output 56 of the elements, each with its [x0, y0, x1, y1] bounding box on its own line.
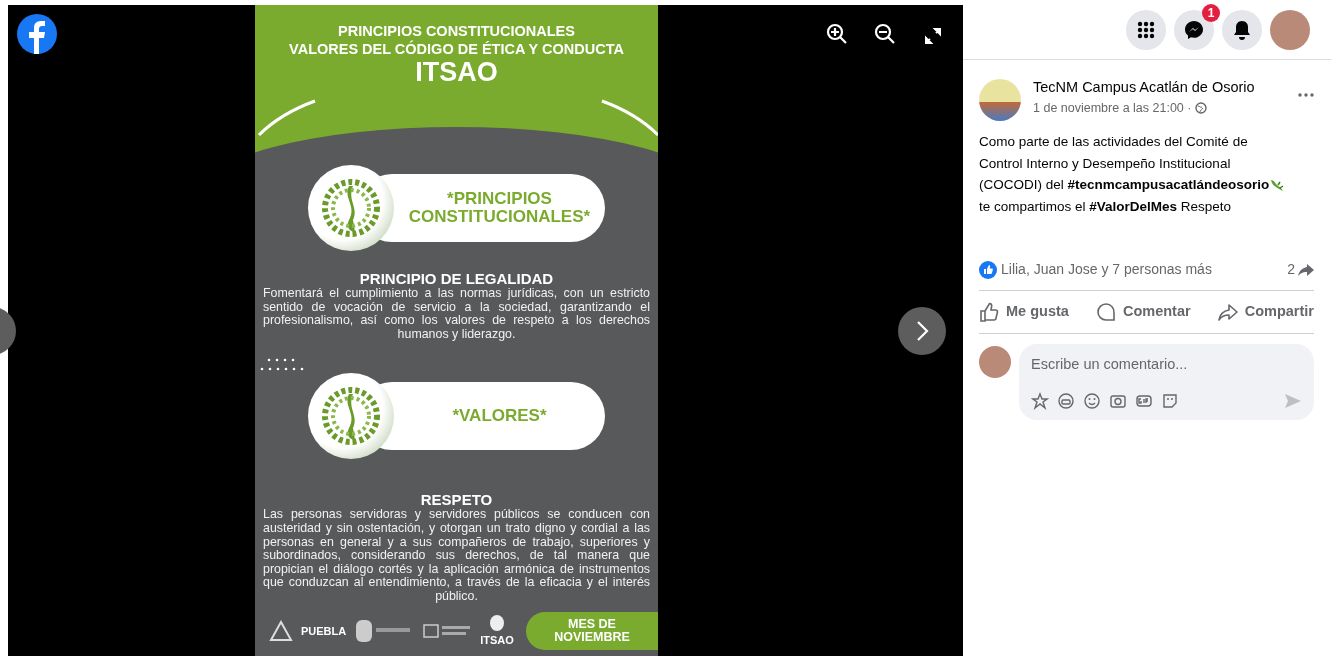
user-avatar[interactable]	[979, 345, 1011, 378]
facebook-logo-icon[interactable]	[16, 13, 58, 55]
page-avatar[interactable]	[979, 79, 1021, 121]
share-button[interactable]: Compartir	[1217, 301, 1314, 323]
author-name[interactable]: TecNM Campus Acatlán de Osorio	[1033, 77, 1290, 99]
share-arrow-icon	[1298, 262, 1314, 277]
smiley-icon[interactable]	[1083, 391, 1101, 410]
next-button[interactable]	[898, 307, 946, 355]
post-timestamp[interactable]: 1 de noviembre a las 21:00 ·	[1033, 98, 1192, 118]
comment-button[interactable]: Comentar	[1095, 301, 1191, 323]
messenger-button[interactable]	[1174, 10, 1214, 50]
poster-heading: VALORES DEL CÓDIGO DE ÉTICA Y CONDUCTA	[288, 40, 625, 58]
section-title: RESPETO	[419, 492, 494, 509]
emblem-icon	[321, 386, 381, 447]
thumbs-up-icon	[979, 301, 999, 322]
messenger-icon	[1184, 20, 1204, 40]
arc-decoration-drawing	[257, 97, 317, 137]
arc-decoration-drawing	[600, 97, 658, 137]
zoom-in-icon[interactable]	[826, 23, 848, 45]
like-button[interactable]: Me gusta	[979, 301, 1069, 323]
speech-bubble-icon	[1095, 301, 1116, 322]
grid-menu-icon	[1137, 21, 1155, 39]
post-text-line: te compartimos el #ValorDelMes Respeto	[979, 197, 1232, 216]
sticker-icon[interactable]	[1161, 391, 1179, 410]
chevron-right-icon	[915, 320, 929, 342]
post-text-line: (COCODI) del #tecnmcampusacatlándeosorio	[979, 176, 1270, 194]
menu-button[interactable]	[1126, 10, 1166, 50]
sticker-star-icon[interactable]	[1031, 391, 1049, 410]
section-title: PRINCIPIO DE LEGALIDAD	[358, 271, 555, 287]
poster-brand: ITSAO	[414, 58, 499, 86]
bell-icon	[1233, 20, 1251, 40]
notification-count: 1	[1202, 4, 1220, 22]
avatar-sticker-icon[interactable]	[1057, 391, 1075, 410]
share-arrow-icon	[1217, 301, 1238, 322]
post-text-line: Control Interno y Desempeño Institucional	[979, 154, 1231, 173]
logo-text: PUEBLA	[301, 623, 347, 639]
more-options-icon[interactable]	[1298, 93, 1314, 97]
expand-icon[interactable]	[924, 27, 942, 45]
zoom-out-icon[interactable]	[874, 23, 896, 45]
reactions-summary[interactable]: Lilia, Juan Jose y 7 personas más	[1001, 259, 1212, 280]
share-count[interactable]: 2	[1287, 259, 1295, 280]
notifications-button[interactable]	[1222, 10, 1262, 50]
post-text-line: Como parte de las actividades del Comité de	[979, 133, 1248, 151]
emblem-icon	[321, 178, 381, 238]
profile-avatar[interactable]	[1270, 10, 1310, 50]
comment-composer[interactable]: Escribe un comentario...	[1019, 343, 1314, 420]
logo-text: ITSAO	[480, 632, 514, 648]
section-text: Fomentará el cumplimiento a las normas jurídicas, con un estricto sentido de vocación de servicio a la sociedad, garantizando el profesionalismo, así como los valores de respeto a los derechos humanos y liderazgo.	[263, 287, 650, 342]
itsao-emblem-icon	[489, 613, 506, 632]
like-reaction-icon	[979, 260, 997, 279]
comment-field[interactable]: Escribe un comentario...	[1031, 353, 1302, 376]
state-logo-icon	[269, 620, 293, 642]
globe-icon	[1195, 102, 1208, 115]
poster-heading: PRINCIPIOS CONSTITUCIONALES	[337, 22, 576, 40]
month-badge: MES DE NOVIEMBRE	[526, 612, 658, 650]
section-text: Las personas servidoras y servidores públicos se conducen con austeridad y sin ostentación, y otorgan un trato digno y cordial a las personas en general y a sus compañeros de trabajo, superiores y subordinados, considerando sus derechos, de tal manera que propician el diálogo cortés y la aplicación armónica de instrumentos que conduzcan al entendimiento, a través de la eficacia y el interés público.	[263, 508, 650, 604]
